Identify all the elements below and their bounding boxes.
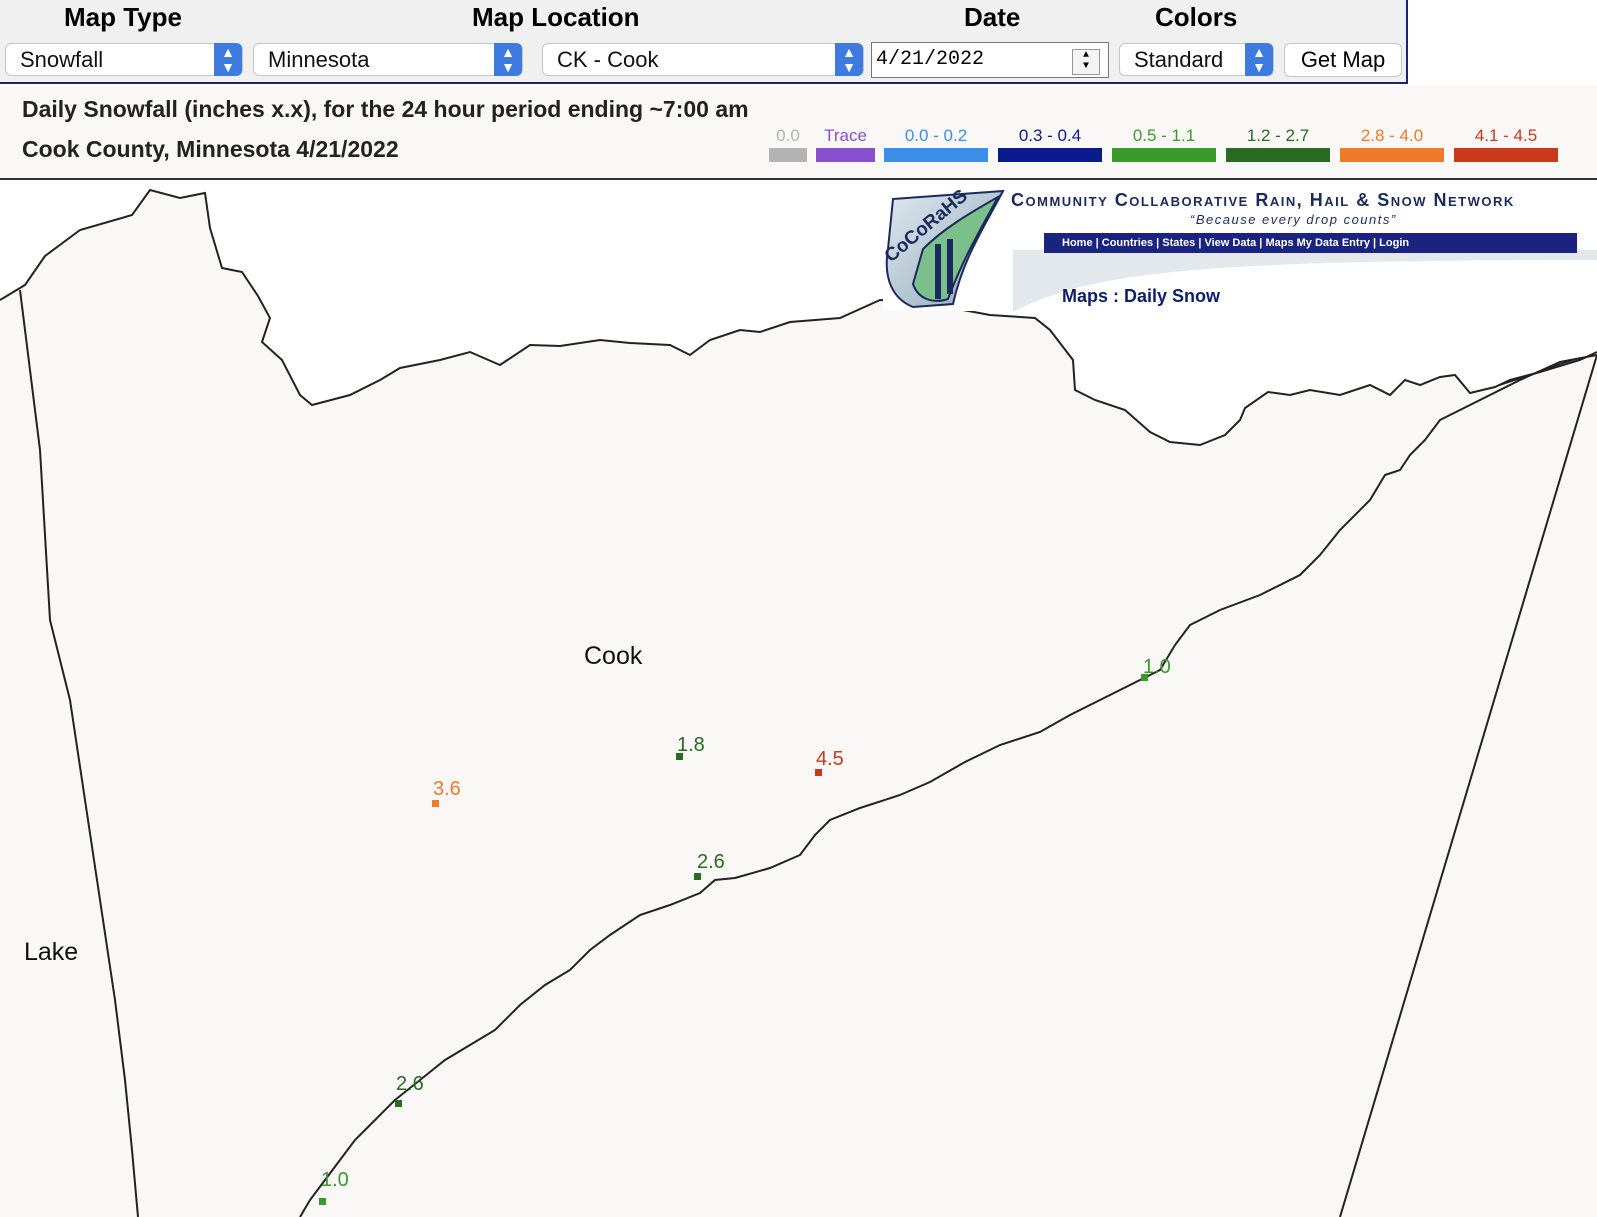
legend-label: 0.0 - 0.2 [904, 126, 968, 145]
legend-label: 0.0 [776, 126, 800, 145]
obs-marker [319, 1198, 326, 1205]
county-boundaries [0, 180, 1597, 1217]
legend-item-4: 0.5 - 1.1 [1112, 126, 1216, 162]
county-label-lake: Lake [24, 938, 79, 966]
date-stepper-icon[interactable]: ▲ ▼ [1072, 49, 1100, 75]
map-type-label: Map Type [64, 2, 182, 32]
obs-value[interactable]: 2.6 [396, 1073, 424, 1096]
state-select-value: Minnesota [268, 47, 370, 72]
legend-item-5: 1.2 - 2.7 [1226, 126, 1330, 162]
obs-value[interactable]: 1.0 [321, 1169, 349, 1192]
county-select[interactable]: CK - Cook ▲ ▼ [542, 43, 864, 76]
legend-swatch [1226, 148, 1330, 162]
obs-value[interactable]: 1.0 [1143, 656, 1171, 679]
legend-item-7: 4.1 - 4.5 [1454, 126, 1558, 162]
colors-label: Colors [1155, 2, 1238, 32]
cocorahs-logo: CoCoRaHS [883, 189, 1005, 309]
map-controls-bar: Map Type Map Location Date Colors Snowfa… [0, 0, 1408, 84]
legend-item-3: 0.3 - 0.4 [998, 126, 1102, 162]
map-type-select[interactable]: Snowfall ▲ ▼ [5, 43, 243, 76]
map-header: Daily Snowfall (inches x.x), for the 24 … [0, 86, 1597, 180]
obs-value[interactable]: 2.6 [697, 851, 725, 874]
colors-select-value: Standard [1134, 47, 1224, 72]
county-boundary-west [19, 289, 139, 1217]
map-title: Daily Snowfall (inches x.x), for the 24 … [22, 96, 749, 122]
date-label: Date [964, 2, 1021, 32]
maps-caption: Maps : Daily Snow [1062, 286, 1221, 306]
state-select[interactable]: Minnesota ▲ ▼ [253, 43, 523, 76]
obs-marker [694, 873, 701, 880]
legend-swatch [769, 148, 807, 162]
obs-value[interactable]: 3.6 [433, 778, 461, 801]
map-subtitle: Cook County, Minnesota 4/21/2022 [22, 136, 399, 162]
chevron-updown-icon: ▲ ▼ [1245, 43, 1273, 76]
legend-swatch [998, 148, 1102, 162]
legend-swatch [816, 148, 875, 162]
chevron-updown-icon: ▲ ▼ [494, 43, 522, 76]
legend-swatch [1454, 148, 1558, 162]
legend-label: 1.2 - 2.7 [1246, 126, 1310, 145]
legend-item-0: 0.0 [769, 126, 807, 162]
county-select-value: CK - Cook [557, 47, 659, 72]
legend-item-1: Trace [816, 126, 875, 162]
snowfall-map[interactable]: Cook Lake 1.0 1.8 4.5 3.6 2.6 2.6 1.0 [0, 180, 1597, 1217]
legend-label: 4.1 - 4.5 [1474, 126, 1538, 145]
legend-label: 2.8 - 4.0 [1360, 126, 1424, 145]
network-name: Community Collaborative Rain, Hail & Sno… [1011, 190, 1515, 210]
banner-nav[interactable]: Home | Countries | States | View Data | … [1044, 233, 1577, 253]
colors-select[interactable]: Standard ▲ ▼ [1119, 43, 1274, 76]
lake-superior-shoreline [299, 354, 1597, 1217]
legend-swatch [1340, 148, 1444, 162]
legend-item-2: 0.0 - 0.2 [884, 126, 988, 162]
network-tagline: “Because every drop counts” [1190, 212, 1397, 227]
legend-item-6: 2.8 - 4.0 [1340, 126, 1444, 162]
date-input[interactable]: 4/21/2022 ▲ ▼ [871, 42, 1109, 78]
chevron-updown-icon: ▲ ▼ [214, 43, 242, 76]
map-type-select-value: Snowfall [20, 47, 104, 72]
legend-label: 0.5 - 1.1 [1132, 126, 1196, 145]
legend-label: Trace [824, 126, 867, 145]
get-map-button[interactable]: Get Map [1284, 43, 1402, 77]
chevron-updown-icon: ▲ ▼ [835, 43, 863, 76]
county-label-cook: Cook [584, 642, 643, 670]
obs-marker [432, 800, 439, 807]
obs-value[interactable]: 4.5 [816, 748, 844, 771]
obs-marker [395, 1100, 402, 1107]
legend-swatch [1112, 148, 1216, 162]
date-input-value: 4/21/2022 [876, 48, 985, 71]
obs-value[interactable]: 1.8 [677, 734, 705, 757]
map-location-label: Map Location [472, 2, 640, 32]
legend-swatch [884, 148, 988, 162]
legend-label: 0.3 - 0.4 [1018, 126, 1082, 145]
